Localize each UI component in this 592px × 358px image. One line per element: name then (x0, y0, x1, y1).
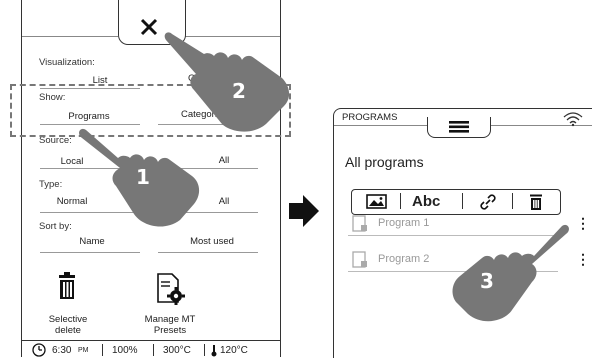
status-time: 6:30 (52, 345, 72, 356)
more-options-icon[interactable]: ⋮ (576, 215, 590, 232)
clock-icon (32, 343, 46, 357)
trash-icon[interactable] (527, 193, 545, 211)
manage-presets-label-1: Manage MT (144, 314, 196, 325)
manage-presets-label-2: Presets (153, 325, 187, 336)
step-2-label: 2 (232, 79, 246, 103)
manage-mt-presets-button[interactable]: Manage MT Presets (132, 272, 208, 336)
status-temp-1: 300°C (163, 345, 191, 356)
image-icon[interactable] (366, 194, 388, 210)
screen-title: PROGRAMS (342, 112, 398, 123)
hand-pointer-icon: 3 (452, 224, 569, 322)
manage-presets-icon (157, 273, 185, 305)
sort-by-label: Sort by: (39, 221, 72, 232)
arrow-right-icon (289, 195, 319, 227)
document-icon (352, 215, 367, 232)
more-options-icon[interactable]: ⋮ (576, 251, 590, 268)
selective-delete-label-2: delete (55, 325, 81, 336)
step-1-label: 1 (136, 165, 150, 189)
status-percent: 100% (112, 345, 138, 356)
wifi-icon (563, 112, 583, 127)
thermometer-icon (211, 345, 217, 357)
program-name: Program 2 (378, 253, 430, 265)
divider (22, 36, 118, 37)
selective-delete-label-1: Selective (48, 314, 88, 325)
selective-delete-button[interactable]: Selective delete (36, 272, 100, 336)
visualization-label: Visualization: (39, 57, 95, 68)
document-icon (352, 251, 367, 268)
link-icon[interactable] (478, 193, 498, 211)
rename-button[interactable]: Abc (412, 193, 440, 210)
trash-icon (59, 272, 75, 299)
status-bar: 6:30 PM 100% 300°C 120°C (22, 340, 280, 358)
step-3-label: 3 (480, 269, 494, 293)
status-ampm: PM (78, 347, 89, 354)
menu-tab[interactable] (427, 117, 491, 138)
hand-pointer-icon: 1 (79, 128, 200, 227)
hamburger-menu-icon[interactable] (428, 117, 490, 135)
status-temp-2: 120°C (220, 345, 248, 356)
type-label: Type: (39, 179, 63, 190)
page-title: All programs (345, 154, 424, 170)
program-name: Program 1 (378, 217, 430, 229)
item-action-toolbar: Abc (351, 189, 561, 215)
